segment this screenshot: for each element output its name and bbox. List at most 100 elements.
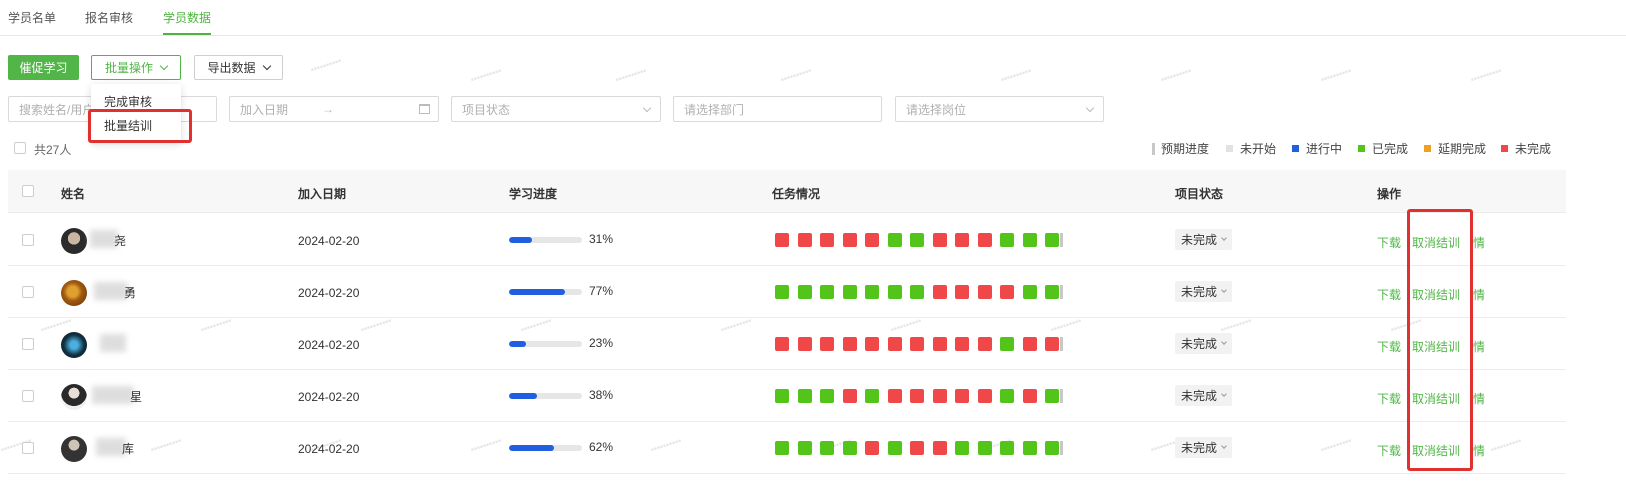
cancel-graduation-link[interactable]: 取消结训 bbox=[1412, 390, 1460, 407]
project-status-dropdown[interactable]: 未完成 bbox=[1175, 281, 1232, 302]
task-square[interactable] bbox=[797, 441, 812, 455]
task-square[interactable] bbox=[842, 441, 857, 455]
cancel-graduation-link[interactable]: 取消结训 bbox=[1412, 234, 1460, 251]
task-square[interactable] bbox=[1045, 233, 1059, 247]
download-link[interactable]: 下载 bbox=[1377, 234, 1401, 251]
task-square[interactable] bbox=[775, 233, 789, 247]
row-checkbox[interactable] bbox=[22, 234, 34, 246]
task-square[interactable] bbox=[842, 233, 857, 247]
cancel-graduation-link[interactable]: 取消结训 bbox=[1412, 338, 1460, 355]
header-checkbox[interactable] bbox=[22, 185, 34, 197]
export-data-button[interactable]: 导出数据 bbox=[194, 55, 283, 80]
task-square[interactable] bbox=[842, 337, 857, 351]
task-square[interactable] bbox=[910, 285, 924, 299]
row-checkbox[interactable] bbox=[22, 338, 34, 350]
project-status-dropdown[interactable]: 未完成 bbox=[1175, 229, 1232, 250]
task-square[interactable] bbox=[775, 285, 789, 299]
task-square[interactable] bbox=[887, 441, 902, 455]
cancel-graduation-link[interactable]: 取消结训 bbox=[1412, 442, 1460, 459]
download-link[interactable]: 下载 bbox=[1377, 338, 1401, 355]
task-square[interactable] bbox=[797, 233, 812, 247]
cancel-graduation-link[interactable]: 取消结训 bbox=[1412, 286, 1460, 303]
task-square[interactable] bbox=[887, 337, 902, 351]
batch-operation-button[interactable]: 批量操作 bbox=[91, 55, 181, 80]
task-square[interactable] bbox=[797, 337, 812, 351]
task-square[interactable] bbox=[1045, 389, 1059, 403]
task-square[interactable] bbox=[1045, 285, 1059, 299]
task-square[interactable] bbox=[932, 389, 947, 403]
task-square[interactable] bbox=[955, 233, 969, 247]
details-link[interactable]: 详情 bbox=[1473, 286, 1485, 303]
task-square[interactable] bbox=[865, 233, 879, 247]
task-square[interactable] bbox=[955, 389, 969, 403]
task-square[interactable] bbox=[865, 389, 879, 403]
task-square[interactable] bbox=[865, 441, 879, 455]
tab-registration-review[interactable]: 报名审核 bbox=[85, 9, 133, 26]
position-select[interactable]: 请选择岗位 bbox=[895, 96, 1104, 122]
download-link[interactable]: 下载 bbox=[1377, 286, 1401, 303]
task-square[interactable] bbox=[820, 285, 834, 299]
tab-student-data[interactable]: 学员数据 bbox=[163, 9, 211, 26]
task-square[interactable] bbox=[820, 337, 834, 351]
project-status-dropdown[interactable]: 未完成 bbox=[1175, 385, 1232, 406]
task-square[interactable] bbox=[1045, 441, 1059, 455]
task-square[interactable] bbox=[977, 285, 992, 299]
task-square[interactable] bbox=[1000, 233, 1014, 247]
task-square[interactable] bbox=[977, 441, 992, 455]
project-status-dropdown[interactable]: 未完成 bbox=[1175, 333, 1232, 354]
task-square[interactable] bbox=[775, 337, 789, 351]
task-square[interactable] bbox=[820, 389, 834, 403]
task-square[interactable] bbox=[887, 233, 902, 247]
remind-study-button[interactable]: 催促学习 bbox=[8, 55, 79, 80]
task-square[interactable] bbox=[977, 233, 992, 247]
task-square[interactable] bbox=[820, 441, 834, 455]
task-square[interactable] bbox=[1022, 337, 1037, 351]
task-square[interactable] bbox=[1022, 233, 1037, 247]
task-square[interactable] bbox=[865, 337, 879, 351]
task-square[interactable] bbox=[820, 233, 834, 247]
task-square[interactable] bbox=[887, 285, 902, 299]
task-square[interactable] bbox=[1000, 285, 1014, 299]
select-all-checkbox[interactable] bbox=[14, 142, 26, 154]
task-square[interactable] bbox=[955, 337, 969, 351]
task-square[interactable] bbox=[955, 285, 969, 299]
task-square[interactable] bbox=[932, 441, 947, 455]
project-status-dropdown[interactable]: 未完成 bbox=[1175, 437, 1232, 458]
task-square[interactable] bbox=[1022, 285, 1037, 299]
download-link[interactable]: 下载 bbox=[1377, 390, 1401, 407]
task-square[interactable] bbox=[910, 441, 924, 455]
task-square[interactable] bbox=[865, 285, 879, 299]
task-square[interactable] bbox=[842, 389, 857, 403]
task-square[interactable] bbox=[910, 337, 924, 351]
row-checkbox[interactable] bbox=[22, 390, 34, 402]
tab-student-list[interactable]: 学员名单 bbox=[8, 9, 56, 26]
details-link[interactable]: 详情 bbox=[1473, 338, 1485, 355]
details-link[interactable]: 详情 bbox=[1473, 234, 1485, 251]
row-checkbox[interactable] bbox=[22, 286, 34, 298]
project-status-select[interactable]: 项目状态 bbox=[451, 96, 661, 122]
row-checkbox[interactable] bbox=[22, 442, 34, 454]
task-square[interactable] bbox=[1000, 337, 1014, 351]
task-square[interactable] bbox=[887, 389, 902, 403]
task-square[interactable] bbox=[842, 285, 857, 299]
task-square[interactable] bbox=[977, 389, 992, 403]
task-square[interactable] bbox=[797, 389, 812, 403]
join-date-range-picker[interactable]: 加入日期 → bbox=[229, 96, 439, 122]
task-square[interactable] bbox=[775, 441, 789, 455]
task-square[interactable] bbox=[977, 337, 992, 351]
task-square[interactable] bbox=[910, 233, 924, 247]
task-square[interactable] bbox=[932, 337, 947, 351]
task-square[interactable] bbox=[1022, 389, 1037, 403]
task-square[interactable] bbox=[1022, 441, 1037, 455]
task-square[interactable] bbox=[1000, 389, 1014, 403]
menu-item-batch-graduate[interactable]: 批量结训 bbox=[104, 117, 152, 134]
download-link[interactable]: 下载 bbox=[1377, 442, 1401, 459]
task-square[interactable] bbox=[955, 441, 969, 455]
details-link[interactable]: 详情 bbox=[1473, 390, 1485, 407]
task-square[interactable] bbox=[910, 389, 924, 403]
details-link[interactable]: 详情 bbox=[1473, 442, 1485, 459]
menu-item-complete-review[interactable]: 完成审核 bbox=[104, 93, 152, 110]
department-select[interactable]: 请选择部门 bbox=[673, 96, 882, 122]
task-square[interactable] bbox=[1045, 337, 1059, 351]
task-square[interactable] bbox=[797, 285, 812, 299]
